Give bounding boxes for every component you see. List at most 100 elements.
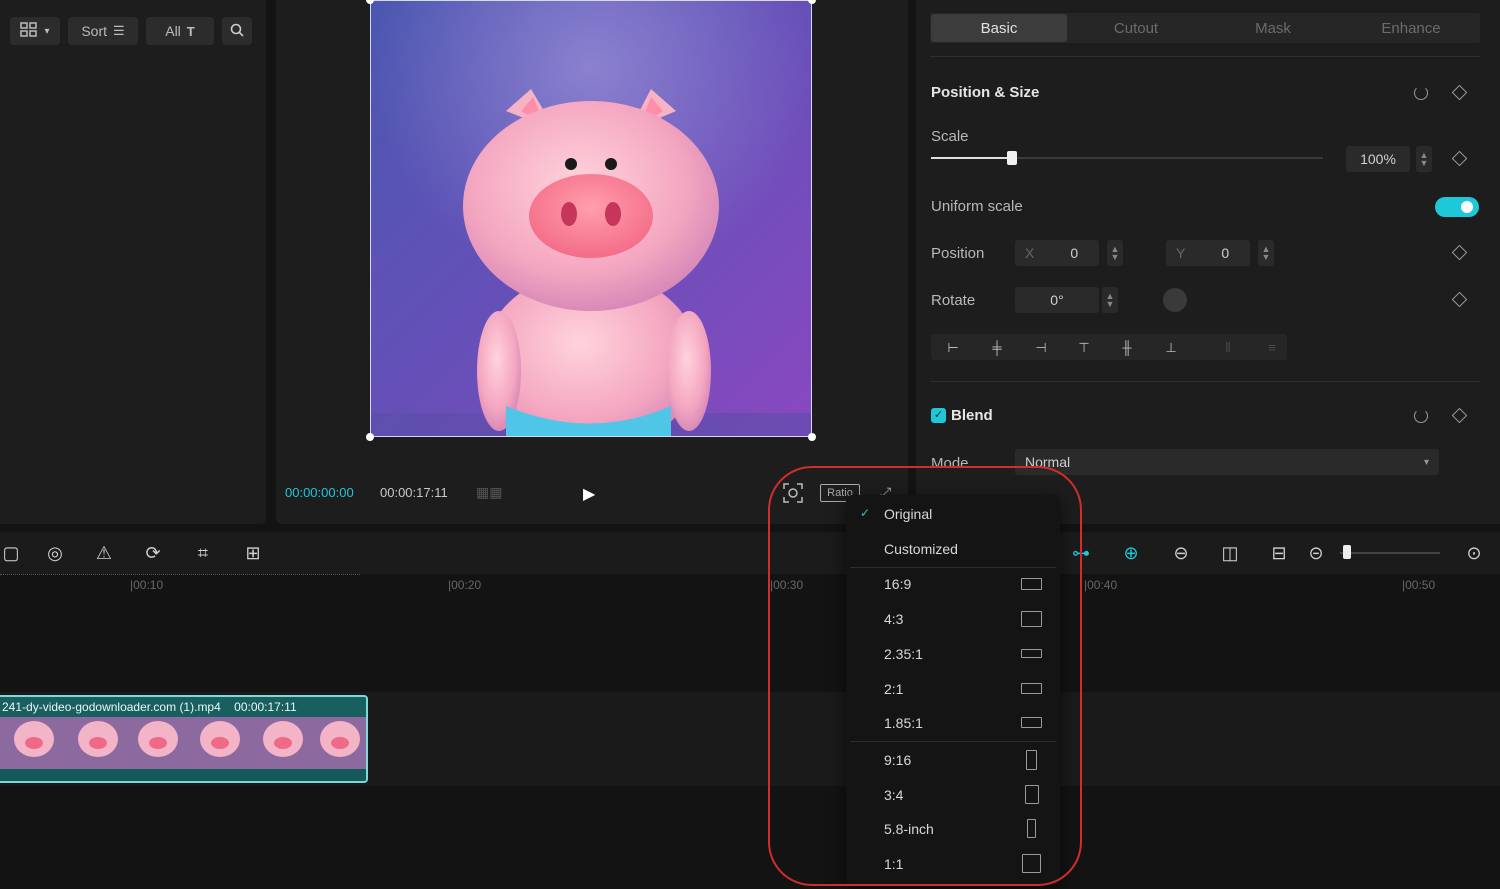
fit-timeline-icon[interactable]: ⊙ xyxy=(1463,542,1485,564)
ratio-option-5-8-inch[interactable]: 5.8-inch xyxy=(884,821,934,837)
y-label: Y xyxy=(1176,245,1186,261)
menu-divider xyxy=(850,567,1056,568)
ruler-label: |00:50 xyxy=(1402,578,1436,592)
chevron-down-icon: ▾ xyxy=(1423,456,1429,468)
ratio-option-original[interactable]: Original xyxy=(884,506,932,522)
zoom-fit-icon[interactable] xyxy=(782,482,804,504)
position-y-stepper[interactable]: ▲ ▼ xyxy=(1258,240,1274,266)
zoom-slider-track[interactable] xyxy=(1340,552,1440,554)
clip-name: 241-dy-video-godownloader.com (1).mp4 xyxy=(2,700,221,714)
portrait-ratio-icon xyxy=(1025,785,1039,804)
video-preview[interactable] xyxy=(370,0,812,437)
select-tool-icon[interactable]: ▢ xyxy=(0,542,22,564)
distribute-v-icon[interactable]: ≡ xyxy=(1264,340,1280,356)
align-center-h-icon[interactable]: ╪ xyxy=(989,340,1005,356)
position-x-input[interactable]: X 0 xyxy=(1015,240,1099,266)
ruler-marker xyxy=(0,574,360,575)
search-button[interactable] xyxy=(222,17,252,45)
position-size-title[interactable]: Position & Size xyxy=(931,84,1039,101)
mode-select[interactable]: Normal ▾ xyxy=(1015,449,1439,475)
scale-slider-fill xyxy=(931,157,1012,159)
current-timecode: 00:00:00:00 xyxy=(285,485,354,500)
tab-enhance[interactable]: Enhance xyxy=(1342,14,1480,42)
landscape-ratio-icon xyxy=(1021,611,1042,627)
menu-divider xyxy=(850,741,1056,742)
position-y-input[interactable]: Y 0 xyxy=(1166,240,1250,266)
align-bottom-icon[interactable]: ⊥ xyxy=(1163,340,1179,356)
scale-label: Scale xyxy=(931,128,969,145)
grid-view-icon xyxy=(20,21,38,41)
y-value: 0 xyxy=(1221,245,1230,261)
ratio-option-3-4[interactable]: 3:4 xyxy=(884,787,903,803)
check-icon: ✓ xyxy=(860,506,871,520)
tab-basic[interactable]: Basic xyxy=(931,14,1067,42)
divider xyxy=(930,381,1480,382)
mirror-icon[interactable]: ⚠ xyxy=(93,542,115,564)
scale-stepper[interactable]: ▲ ▼ xyxy=(1416,146,1432,172)
timeline-grid-icon[interactable]: ▦▦ xyxy=(476,484,502,502)
crop-icon[interactable]: ⌗ xyxy=(192,542,214,564)
toggle-knob xyxy=(1461,201,1473,213)
play-icon[interactable]: ▶ xyxy=(583,484,595,504)
view-mode-button[interactable]: ▾ xyxy=(10,17,60,45)
blend-checkbox[interactable]: ✓ xyxy=(931,408,946,423)
video-clip[interactable]: 241-dy-video-godownloader.com (1).mp4 00… xyxy=(0,695,368,783)
landscape-ratio-icon xyxy=(1021,717,1042,728)
landscape-ratio-icon xyxy=(1021,578,1042,590)
distribute-h-icon[interactable]: ⫴ xyxy=(1220,340,1236,356)
pig-character-image xyxy=(371,1,811,436)
zoom-slider-handle[interactable] xyxy=(1343,545,1351,559)
rotate-dial[interactable] xyxy=(1163,288,1187,312)
filter-button[interactable]: All T xyxy=(146,17,214,45)
uniform-scale-toggle[interactable] xyxy=(1435,197,1479,217)
preview-axis-icon[interactable]: ⊟ xyxy=(1268,542,1290,564)
align-left-icon[interactable]: ⊢ xyxy=(945,340,961,356)
ratio-option-9-16[interactable]: 9:16 xyxy=(884,752,911,768)
scale-slider-handle[interactable] xyxy=(1007,151,1017,165)
filter-label: All xyxy=(165,23,181,39)
portrait-ratio-icon xyxy=(1026,750,1037,770)
blend-title[interactable]: Blend xyxy=(951,407,993,424)
sort-icon: ☰ xyxy=(113,23,125,38)
ratio-option-2-1[interactable]: 2:1 xyxy=(884,681,903,697)
auto-snap-icon[interactable]: ⊕ xyxy=(1120,542,1142,564)
ratio-option-customized[interactable]: Customized xyxy=(884,541,958,557)
audio-waveform xyxy=(0,769,366,781)
tab-cutout[interactable]: Cutout xyxy=(1068,14,1204,42)
rotate-clip-icon[interactable]: ⟳ xyxy=(142,542,164,564)
ratio-option-4-3[interactable]: 4:3 xyxy=(884,611,903,627)
zoom-out-icon[interactable]: ⊝ xyxy=(1305,542,1327,564)
align-center-v-icon[interactable]: ╫ xyxy=(1119,340,1135,356)
align-top-icon[interactable]: ⊤ xyxy=(1076,340,1092,356)
ratio-option-1-1[interactable]: 1:1 xyxy=(884,856,903,872)
freeze-icon[interactable]: ◎ xyxy=(44,542,66,564)
scale-input[interactable]: 100% xyxy=(1346,146,1410,172)
auto-reframe-icon[interactable]: ⊞ xyxy=(242,542,264,564)
link-icon[interactable]: ⊖ xyxy=(1170,542,1192,564)
ruler-label: |00:40 xyxy=(1084,578,1118,592)
rotate-input[interactable]: 0° xyxy=(1015,287,1099,313)
divider xyxy=(930,56,1480,57)
align-right-icon[interactable]: ⊣ xyxy=(1033,340,1049,356)
position-x-stepper[interactable]: ▲ ▼ xyxy=(1107,240,1123,266)
resize-handle-bottom-right[interactable] xyxy=(808,433,816,441)
resize-handle-bottom-left[interactable] xyxy=(366,433,374,441)
rotate-stepper[interactable]: ▲ ▼ xyxy=(1102,287,1118,313)
total-timecode: 00:00:17:11 xyxy=(380,485,448,500)
ratio-option-1-85-1[interactable]: 1.85:1 xyxy=(884,715,923,731)
main-track-magnet-icon[interactable]: ⊶ xyxy=(1070,542,1092,564)
ratio-option-2-35-1[interactable]: 2.35:1 xyxy=(884,646,923,662)
blend-reset-icon[interactable] xyxy=(1414,409,1428,423)
split-preview-icon[interactable]: ◫ xyxy=(1219,542,1241,564)
x-label: X xyxy=(1025,245,1035,261)
uniform-scale-label: Uniform scale xyxy=(931,198,1023,215)
tab-mask[interactable]: Mask xyxy=(1205,14,1341,42)
ratio-option-16-9[interactable]: 16:9 xyxy=(884,576,911,592)
position-label: Position xyxy=(931,245,985,262)
ruler-label: |00:20 xyxy=(448,578,482,592)
mode-label: Mode xyxy=(931,455,969,472)
square-ratio-icon xyxy=(1022,854,1041,873)
x-value: 0 xyxy=(1070,245,1079,261)
reset-icon[interactable] xyxy=(1414,86,1428,100)
sort-button[interactable]: Sort ☰ xyxy=(68,17,138,45)
